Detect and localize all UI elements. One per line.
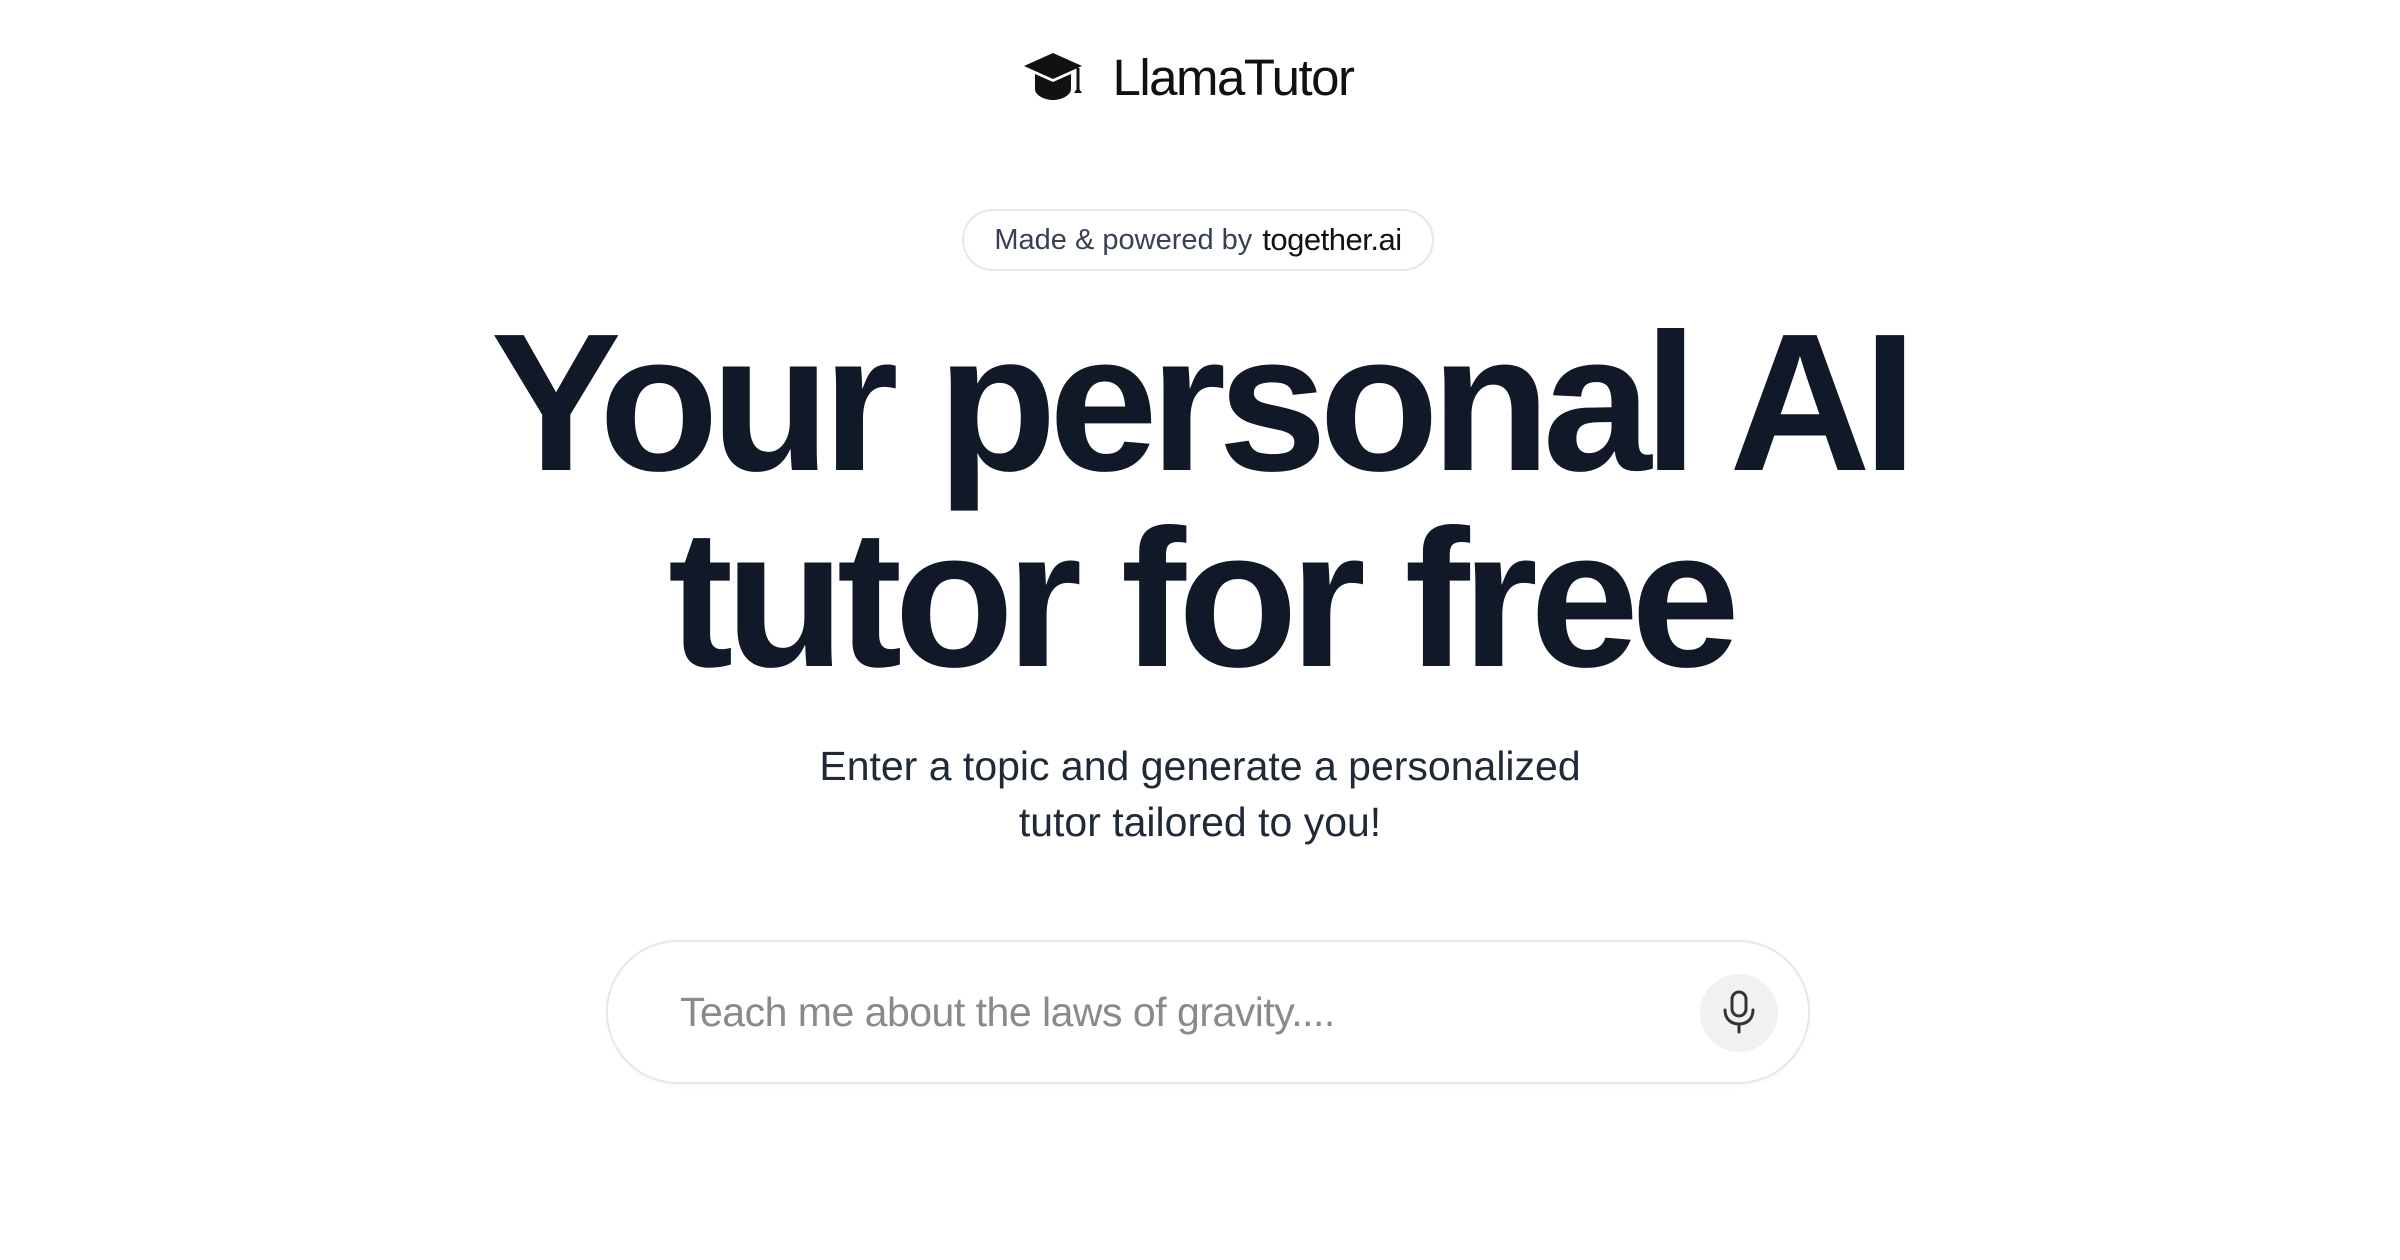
together-ai-logo[interactable]: together.ai: [1262, 222, 1402, 258]
subtitle-line-2: tutor tailored to you!: [1018, 799, 1382, 845]
powered-by-text: Made & powered by: [994, 223, 1253, 256]
subtitle-line-1: Enter a topic and generate a personalize…: [819, 743, 1581, 789]
app-name: LlamaTutor: [1112, 49, 1355, 106]
graduation-cap-icon: [1022, 49, 1084, 108]
topic-input[interactable]: [678, 987, 1642, 1037]
powered-by-badge-wrap: Made & powered by together.ai: [0, 209, 2400, 271]
landing-page: LlamaTutor Made & powered by together.ai…: [0, 0, 2400, 1260]
hero-title-line-2: tutor for free: [668, 489, 1740, 708]
hero-subtitle: Enter a topic and generate a personalize…: [0, 738, 2400, 850]
topic-search-box: [606, 940, 1810, 1084]
voice-input-button[interactable]: [1700, 974, 1778, 1052]
powered-by-badge[interactable]: Made & powered by together.ai: [962, 209, 1434, 271]
microphone-icon: [1721, 990, 1757, 1037]
brand-header: LlamaTutor: [0, 48, 2388, 108]
hero-title-line-1: Your personal AI: [490, 293, 1917, 512]
hero-title: Your personal AI tutor for free: [0, 305, 2400, 697]
